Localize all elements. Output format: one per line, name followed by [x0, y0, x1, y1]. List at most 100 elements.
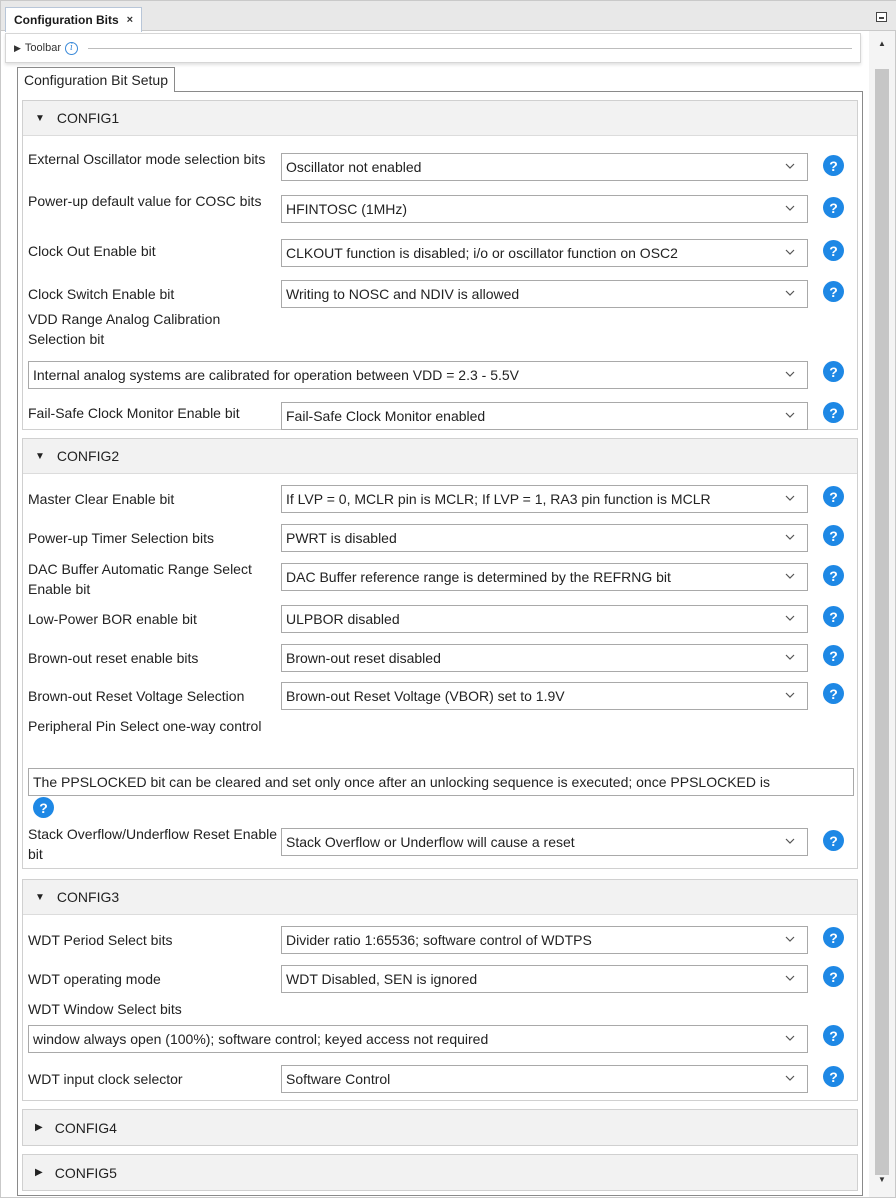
setting-label: Clock Switch Enable bit [28, 286, 175, 302]
toolbar-expander[interactable]: ▶ Toolbar i [5, 33, 861, 63]
chevron-down-icon [785, 692, 795, 698]
section-title: CONFIG2 [56, 448, 120, 464]
setting-label: Low-Power BOR enable bit [28, 611, 197, 627]
setting-dropdown[interactable]: Oscillator not enabled [281, 153, 808, 181]
help-icon[interactable]: ? [823, 830, 844, 851]
setting-dropdown[interactable]: If LVP = 0, MCLR pin is MCLR; If LVP = 1… [281, 485, 808, 513]
setting-dropdown[interactable]: Divider ratio 1:65536; software control … [281, 926, 808, 954]
help-icon[interactable]: ? [823, 645, 844, 666]
section-title: CONFIG5 [54, 1164, 117, 1181]
setting-dropdown[interactable]: Brown-out Reset Voltage (VBOR) set to 1.… [281, 682, 808, 710]
dropdown-value: Brown-out Reset Voltage (VBOR) set to 1.… [286, 688, 565, 704]
dropdown-value: Oscillator not enabled [286, 159, 422, 175]
help-icon[interactable]: ? [823, 240, 844, 261]
section-header[interactable]: ▼ CONFIG1 [23, 101, 857, 136]
dropdown-value: Divider ratio 1:65536; software control … [286, 932, 592, 948]
help-icon[interactable]: ? [823, 966, 844, 987]
section-header[interactable]: ▼ CONFIG2 [23, 439, 857, 474]
setting-dropdown[interactable]: DAC Buffer reference range is determined… [281, 563, 808, 591]
setting-label: External Oscillator mode selection bits [28, 151, 266, 167]
dropdown-value: Fail-Safe Clock Monitor enabled [286, 408, 486, 424]
configuration-bits-window: Configuration Bits × ▶ Toolbar i ▲ ▼ Con… [0, 0, 896, 1198]
chevron-down-icon [785, 936, 795, 942]
scroll-up-arrow-icon[interactable]: ▲ [869, 35, 895, 51]
help-icon[interactable]: ? [33, 797, 54, 818]
vertical-scrollbar[interactable]: ▲ ▼ [869, 31, 895, 1197]
setting-label: WDT input clock selector [28, 1071, 183, 1087]
setting-dropdown[interactable]: window always open (100%); software cont… [28, 1025, 808, 1053]
configuration-panel: ▼ CONFIG1 External Oscillator mode selecti… [17, 91, 863, 1196]
section-header[interactable]: ▼ CONFIG3 [23, 880, 857, 915]
help-icon[interactable]: ? [823, 402, 844, 423]
help-icon[interactable]: ? [823, 197, 844, 218]
chevron-down-icon [785, 495, 795, 501]
chevron-down-icon [785, 1035, 795, 1041]
dropdown-value: WDT Disabled, SEN is ignored [286, 971, 478, 987]
section-header[interactable]: ▶ CONFIG4 [23, 1110, 857, 1145]
dropdown-value: ULPBOR disabled [286, 611, 400, 627]
info-icon[interactable]: i [65, 41, 78, 55]
chevron-down-icon [785, 1075, 795, 1081]
section-config2: ▼ CONFIG2 Master Clear Enable bit If LVP = … [22, 438, 858, 869]
setting-label: Brown-out reset enable bits [28, 650, 199, 666]
setting-dropdown[interactable]: CLKOUT function is disabled; i/o or osci… [281, 239, 808, 267]
close-icon[interactable]: × [127, 14, 133, 26]
chevron-down-icon [785, 371, 795, 377]
setting-dropdown[interactable]: HFINTOSC (1MHz) [281, 195, 808, 223]
tab-configuration-bit-setup[interactable]: Configuration Bit Setup [17, 67, 175, 92]
help-icon[interactable]: ? [823, 606, 844, 627]
help-icon[interactable]: ? [823, 1025, 844, 1046]
tab-title: Configuration Bits [14, 13, 119, 27]
setting-dropdown[interactable]: Writing to NOSC and NDIV is allowed [281, 280, 808, 308]
setting-dropdown[interactable]: ULPBOR disabled [281, 605, 808, 633]
collapse-triangle-icon: ▼ [35, 112, 45, 124]
setting-dropdown[interactable]: The PPSLOCKED bit can be cleared and set… [28, 768, 854, 796]
expand-triangle-icon: ▶ [35, 1122, 43, 1133]
help-icon[interactable]: ? [823, 683, 844, 704]
chevron-down-icon [785, 654, 795, 660]
minimize-icon[interactable] [876, 12, 887, 22]
help-icon[interactable]: ? [823, 565, 844, 586]
setting-dropdown[interactable]: Software Control [281, 1065, 808, 1093]
setting-dropdown[interactable]: Internal analog systems are calibrated f… [28, 361, 808, 389]
dropdown-value: Internal analog systems are calibrated f… [33, 367, 519, 383]
collapse-triangle-icon: ▼ [35, 450, 45, 462]
collapse-triangle-icon: ▼ [35, 891, 45, 903]
scrollbar-thumb[interactable] [875, 69, 889, 1175]
setting-label: Fail-Safe Clock Monitor Enable bit [28, 405, 240, 421]
setting-label: Brown-out Reset Voltage Selection [28, 688, 245, 704]
setting-label: Stack Overflow/Underflow Reset Enable bi… [28, 826, 277, 862]
setting-label: Clock Out Enable bit [28, 243, 156, 259]
setting-dropdown[interactable]: WDT Disabled, SEN is ignored [281, 965, 808, 993]
help-icon[interactable]: ? [823, 486, 844, 507]
scroll-down-arrow-icon[interactable]: ▼ [869, 1171, 895, 1187]
setting-label: Master Clear Enable bit [28, 491, 175, 507]
setting-label: WDT Period Select bits [28, 932, 173, 948]
section-config5: ▶ CONFIG5 [22, 1154, 858, 1191]
section-config1: ▼ CONFIG1 External Oscillator mode selecti… [22, 100, 858, 430]
setting-dropdown[interactable]: Brown-out reset disabled [281, 644, 808, 672]
setting-label: WDT operating mode [28, 971, 161, 987]
section-title: CONFIG1 [56, 110, 120, 126]
section-config4: ▶ CONFIG4 [22, 1109, 858, 1146]
toolbar-divider [88, 47, 852, 49]
chevron-down-icon [785, 249, 795, 255]
help-icon[interactable]: ? [823, 927, 844, 948]
help-icon[interactable]: ? [823, 1066, 844, 1087]
setting-label: Power-up default value for COSC bits [28, 193, 262, 209]
setting-dropdown[interactable]: PWRT is disabled [281, 524, 808, 552]
help-icon[interactable]: ? [823, 155, 844, 176]
help-icon[interactable]: ? [823, 525, 844, 546]
help-icon[interactable]: ? [823, 281, 844, 302]
setting-dropdown[interactable]: Stack Overflow or Underflow will cause a… [281, 828, 808, 856]
dropdown-value: window always open (100%); software cont… [33, 1031, 489, 1047]
dropdown-value: Brown-out reset disabled [286, 650, 441, 666]
section-header[interactable]: ▶ CONFIG5 [23, 1155, 857, 1190]
setting-label: VDD Range Analog Calibration Selection b… [28, 311, 221, 347]
dropdown-value: If LVP = 0, MCLR pin is MCLR; If LVP = 1… [286, 491, 711, 507]
setting-dropdown[interactable]: Fail-Safe Clock Monitor enabled [281, 402, 808, 430]
chevron-down-icon [785, 975, 795, 981]
tab-configuration-bits[interactable]: Configuration Bits × [5, 7, 143, 32]
help-icon[interactable]: ? [823, 361, 844, 382]
section-config3: ▼ CONFIG3 WDT Period Select bits Divider ra… [22, 879, 858, 1101]
